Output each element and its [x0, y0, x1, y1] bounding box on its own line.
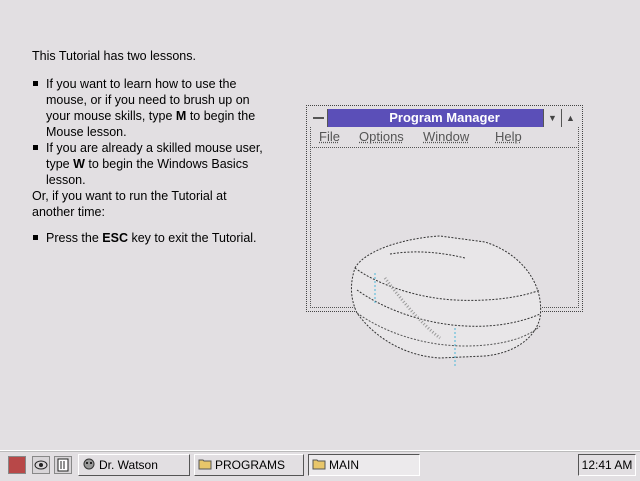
bullet-icon [33, 81, 38, 86]
tutorial-intro: This Tutorial has two lessons. [32, 49, 196, 63]
key-w: W [73, 157, 85, 171]
start-icon[interactable] [8, 456, 26, 474]
folder-icon [312, 459, 326, 470]
tutorial-text: This Tutorial has two lessons. If you wa… [32, 48, 272, 246]
bullet-icon [33, 145, 38, 150]
folder-icon [198, 459, 212, 470]
lesson-mouse-bullet: If you want to learn how to use the mous… [32, 76, 272, 140]
lesson-windows-bullet: If you are already a skilled mouse user,… [32, 140, 272, 188]
menu-window: Window [423, 129, 470, 144]
exit-bullet: Press the ESC key to exit the Tutorial. [32, 230, 272, 246]
task-label: PROGRAMS [215, 458, 286, 472]
bullet-icon [33, 235, 38, 240]
task-main[interactable]: MAIN [308, 454, 420, 476]
task-dr-watson[interactable]: Dr. Watson [78, 454, 190, 476]
task-programs[interactable]: PROGRAMS [194, 454, 304, 476]
program-manager-titlebar: Program Manager ▼ ▲ [310, 109, 579, 127]
maximize-icon: ▲ [561, 109, 579, 127]
task-label: MAIN [329, 458, 359, 472]
task-label: Dr. Watson [99, 458, 158, 472]
menu-file: File [319, 129, 340, 144]
menu-help: Help [495, 129, 522, 144]
minimize-icon: ▼ [543, 109, 561, 127]
tool-icon[interactable] [54, 456, 72, 474]
menu-options: Options [359, 129, 404, 144]
eye-icon[interactable] [32, 456, 50, 474]
key-m: M [175, 109, 187, 123]
tutorial-or-text: Or, if you want to run the Tutorial at a… [32, 189, 227, 219]
taskbar-clock[interactable]: 12:41 AM [578, 454, 636, 476]
program-manager-title: Program Manager [389, 110, 500, 125]
mouse-illustration [351, 235, 542, 366]
taskbar: Dr. Watson PROGRAMS MAIN 12:41 AM [0, 450, 640, 481]
dr-watson-icon [83, 458, 95, 470]
key-esc: ESC [102, 231, 128, 245]
system-menu-icon [310, 109, 328, 127]
program-manager-menubar: File Options Window Help [310, 127, 579, 148]
